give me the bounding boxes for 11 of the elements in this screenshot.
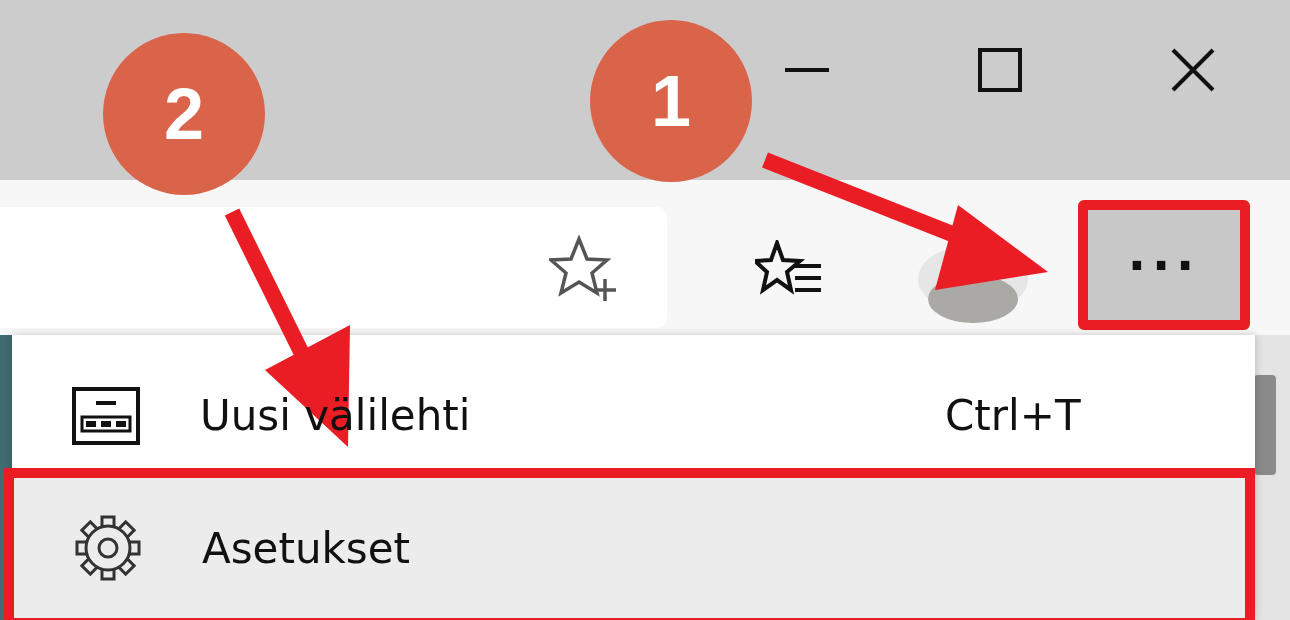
shortcut-text: Ctrl+T bbox=[945, 391, 1082, 440]
menu-item-label: Asetukset bbox=[202, 523, 412, 573]
maximize-icon bbox=[978, 48, 1022, 92]
menu-item[interactable]: Asetukset bbox=[4, 468, 1255, 620]
star-plus-icon[interactable] bbox=[549, 234, 619, 301]
close-icon bbox=[1171, 48, 1215, 92]
menu-button[interactable]: ··· bbox=[1078, 200, 1250, 330]
address-field[interactable] bbox=[0, 207, 667, 328]
tab-icon bbox=[72, 386, 140, 445]
settings-icon bbox=[75, 515, 141, 581]
minimize-icon bbox=[785, 68, 829, 72]
